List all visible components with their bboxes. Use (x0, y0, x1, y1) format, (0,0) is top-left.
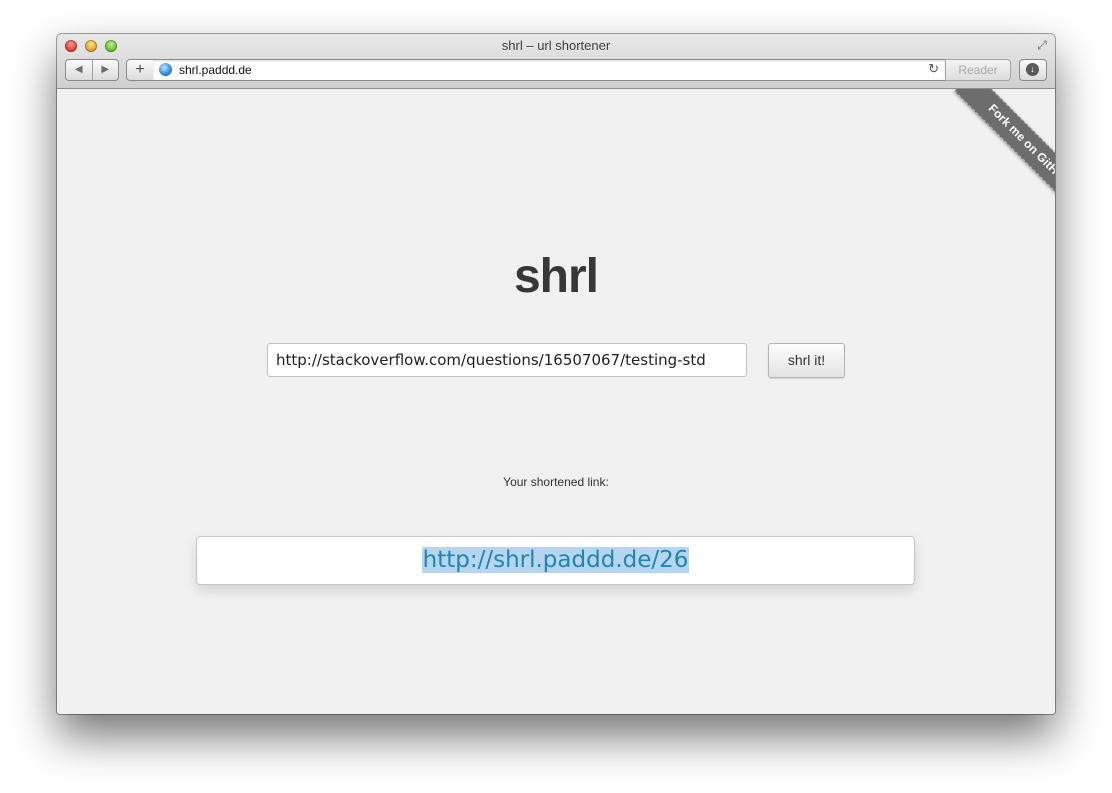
shorten-button[interactable]: shrl it! (768, 343, 845, 378)
fullscreen-icon[interactable]: ⤢ (1035, 38, 1049, 52)
page-content: Fork me on GitHub shrl http://stackoverf… (57, 89, 1055, 714)
back-arrow-icon: ◀ (74, 64, 83, 75)
back-forward-buttons: ◀ ▶ (65, 59, 119, 81)
forward-arrow-icon: ▶ (101, 64, 110, 75)
short-link-box[interactable]: http://shrl.paddd.de/26 (196, 536, 915, 585)
address-bar-url: shrl.paddd.de (179, 63, 252, 77)
download-icon: ↓ (1026, 63, 1039, 76)
back-button[interactable]: ◀ (66, 60, 92, 80)
plus-icon: + (135, 61, 145, 78)
github-ribbon[interactable]: Fork me on GitHub (920, 89, 1055, 224)
globe-icon (159, 63, 172, 76)
long-url-input[interactable]: http://stackoverflow.com/questions/16507… (267, 343, 747, 377)
window-title: shrl – url shortener (501, 38, 611, 53)
browser-window: shrl – url shortener ⤢ ◀ ▶ + shrl.paddd.… (57, 34, 1055, 714)
result-label: Your shortened link: (503, 475, 609, 489)
short-link[interactable]: http://shrl.paddd.de/26 (421, 547, 690, 573)
new-tab-button[interactable]: + (126, 59, 154, 81)
window-titlebar: shrl – url shortener ⤢ ◀ ▶ + shrl.paddd.… (57, 34, 1055, 89)
reload-icon[interactable]: ↻ (928, 61, 939, 77)
forward-button[interactable]: ▶ (91, 60, 119, 80)
downloads-button[interactable]: ↓ (1019, 59, 1047, 81)
address-bar[interactable]: shrl.paddd.de ↻ (153, 59, 946, 81)
page-title: shrl (513, 250, 599, 303)
github-ribbon-label[interactable]: Fork me on GitHub (954, 89, 1055, 219)
reader-button[interactable]: Reader (945, 59, 1011, 81)
